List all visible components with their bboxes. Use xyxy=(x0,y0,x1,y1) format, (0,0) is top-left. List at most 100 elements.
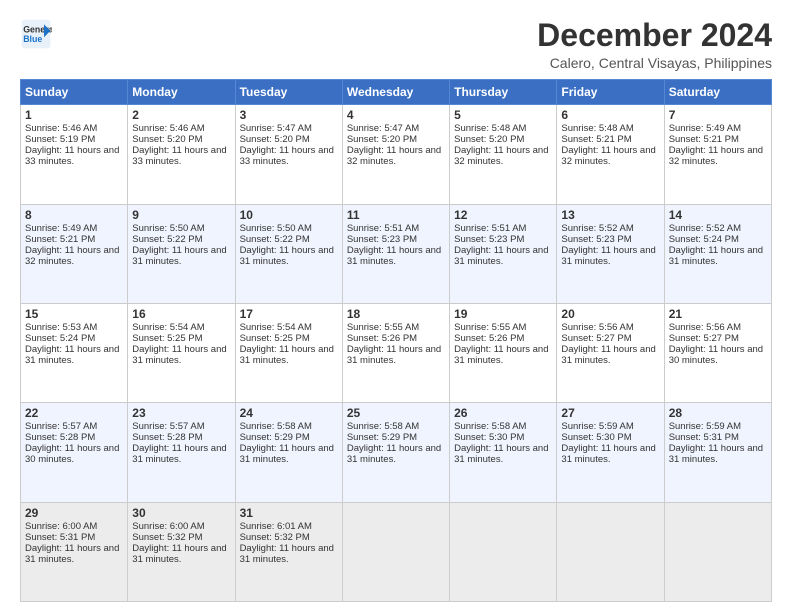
daylight-label: Daylight: 11 hours and 33 minutes. xyxy=(132,145,226,167)
daylight-label: Daylight: 11 hours and 31 minutes. xyxy=(240,543,334,565)
day-number: 3 xyxy=(240,108,338,122)
daylight-label: Daylight: 11 hours and 31 minutes. xyxy=(347,443,441,465)
day-number: 13 xyxy=(561,208,659,222)
day-number: 11 xyxy=(347,208,445,222)
cal-cell: 30Sunrise: 6:00 AMSunset: 5:32 PMDayligh… xyxy=(128,502,235,601)
sunrise: Sunrise: 5:53 AM xyxy=(25,322,97,333)
col-header-tuesday: Tuesday xyxy=(235,80,342,105)
svg-text:Blue: Blue xyxy=(23,34,42,44)
sunset: Sunset: 5:22 PM xyxy=(132,234,202,245)
cal-cell: 22Sunrise: 5:57 AMSunset: 5:28 PMDayligh… xyxy=(21,403,128,502)
daylight-label: Daylight: 11 hours and 31 minutes. xyxy=(347,344,441,366)
sunset: Sunset: 5:20 PM xyxy=(347,134,417,145)
daylight-label: Daylight: 11 hours and 31 minutes. xyxy=(240,245,334,267)
daylight-label: Daylight: 11 hours and 30 minutes. xyxy=(25,443,119,465)
day-number: 2 xyxy=(132,108,230,122)
sunrise: Sunrise: 5:59 AM xyxy=(669,421,741,432)
sunset: Sunset: 5:26 PM xyxy=(347,333,417,344)
day-number: 14 xyxy=(669,208,767,222)
sunset: Sunset: 5:30 PM xyxy=(561,432,631,443)
cal-cell: 26Sunrise: 5:58 AMSunset: 5:30 PMDayligh… xyxy=(450,403,557,502)
sunset: Sunset: 5:25 PM xyxy=(132,333,202,344)
cal-cell: 21Sunrise: 5:56 AMSunset: 5:27 PMDayligh… xyxy=(664,303,771,402)
sunset: Sunset: 5:32 PM xyxy=(132,532,202,543)
sunrise: Sunrise: 5:55 AM xyxy=(454,322,526,333)
sunset: Sunset: 5:26 PM xyxy=(454,333,524,344)
main-title: December 2024 xyxy=(537,18,772,53)
day-number: 23 xyxy=(132,406,230,420)
day-number: 21 xyxy=(669,307,767,321)
daylight-label: Daylight: 11 hours and 31 minutes. xyxy=(561,344,655,366)
sunset: Sunset: 5:21 PM xyxy=(561,134,631,145)
sunrise: Sunrise: 5:54 AM xyxy=(132,322,204,333)
cal-cell: 12Sunrise: 5:51 AMSunset: 5:23 PMDayligh… xyxy=(450,204,557,303)
cal-cell: 16Sunrise: 5:54 AMSunset: 5:25 PMDayligh… xyxy=(128,303,235,402)
cal-cell: 8Sunrise: 5:49 AMSunset: 5:21 PMDaylight… xyxy=(21,204,128,303)
cal-cell: 19Sunrise: 5:55 AMSunset: 5:26 PMDayligh… xyxy=(450,303,557,402)
col-header-thursday: Thursday xyxy=(450,80,557,105)
sunrise: Sunrise: 6:00 AM xyxy=(132,521,204,532)
subtitle: Calero, Central Visayas, Philippines xyxy=(537,55,772,71)
cal-cell: 6Sunrise: 5:48 AMSunset: 5:21 PMDaylight… xyxy=(557,105,664,204)
daylight-label: Daylight: 11 hours and 31 minutes. xyxy=(669,245,763,267)
day-number: 29 xyxy=(25,506,123,520)
col-header-friday: Friday xyxy=(557,80,664,105)
sunset: Sunset: 5:24 PM xyxy=(669,234,739,245)
cal-cell: 31Sunrise: 6:01 AMSunset: 5:32 PMDayligh… xyxy=(235,502,342,601)
cal-cell: 17Sunrise: 5:54 AMSunset: 5:25 PMDayligh… xyxy=(235,303,342,402)
sunset: Sunset: 5:32 PM xyxy=(240,532,310,543)
sunset: Sunset: 5:20 PM xyxy=(454,134,524,145)
day-number: 1 xyxy=(25,108,123,122)
sunset: Sunset: 5:29 PM xyxy=(240,432,310,443)
sunrise: Sunrise: 5:50 AM xyxy=(240,223,312,234)
sunrise: Sunrise: 5:46 AM xyxy=(25,123,97,134)
day-number: 8 xyxy=(25,208,123,222)
logo: General Blue xyxy=(20,18,52,50)
sunset: Sunset: 5:21 PM xyxy=(669,134,739,145)
sunset: Sunset: 5:22 PM xyxy=(240,234,310,245)
cal-cell: 3Sunrise: 5:47 AMSunset: 5:20 PMDaylight… xyxy=(235,105,342,204)
daylight-label: Daylight: 11 hours and 31 minutes. xyxy=(454,443,548,465)
cal-cell: 27Sunrise: 5:59 AMSunset: 5:30 PMDayligh… xyxy=(557,403,664,502)
daylight-label: Daylight: 11 hours and 31 minutes. xyxy=(132,443,226,465)
day-number: 26 xyxy=(454,406,552,420)
cal-cell: 10Sunrise: 5:50 AMSunset: 5:22 PMDayligh… xyxy=(235,204,342,303)
day-number: 25 xyxy=(347,406,445,420)
sunrise: Sunrise: 5:48 AM xyxy=(561,123,633,134)
day-number: 27 xyxy=(561,406,659,420)
sunset: Sunset: 5:20 PM xyxy=(240,134,310,145)
sunset: Sunset: 5:19 PM xyxy=(25,134,95,145)
col-header-sunday: Sunday xyxy=(21,80,128,105)
sunrise: Sunrise: 5:47 AM xyxy=(240,123,312,134)
cal-cell: 13Sunrise: 5:52 AMSunset: 5:23 PMDayligh… xyxy=(557,204,664,303)
cal-cell xyxy=(664,502,771,601)
day-number: 12 xyxy=(454,208,552,222)
cal-cell: 1Sunrise: 5:46 AMSunset: 5:19 PMDaylight… xyxy=(21,105,128,204)
sunrise: Sunrise: 5:56 AM xyxy=(669,322,741,333)
day-number: 6 xyxy=(561,108,659,122)
daylight-label: Daylight: 11 hours and 31 minutes. xyxy=(240,344,334,366)
daylight-label: Daylight: 11 hours and 31 minutes. xyxy=(454,245,548,267)
title-block: December 2024 Calero, Central Visayas, P… xyxy=(537,18,772,71)
sunrise: Sunrise: 5:46 AM xyxy=(132,123,204,134)
cal-cell xyxy=(450,502,557,601)
sunrise: Sunrise: 5:58 AM xyxy=(347,421,419,432)
day-number: 28 xyxy=(669,406,767,420)
day-number: 24 xyxy=(240,406,338,420)
sunset: Sunset: 5:28 PM xyxy=(132,432,202,443)
day-number: 4 xyxy=(347,108,445,122)
sunset: Sunset: 5:23 PM xyxy=(561,234,631,245)
logo-icon: General Blue xyxy=(20,18,52,50)
sunrise: Sunrise: 5:49 AM xyxy=(25,223,97,234)
sunset: Sunset: 5:25 PM xyxy=(240,333,310,344)
daylight-label: Daylight: 11 hours and 31 minutes. xyxy=(132,344,226,366)
cal-cell: 23Sunrise: 5:57 AMSunset: 5:28 PMDayligh… xyxy=(128,403,235,502)
daylight-label: Daylight: 11 hours and 33 minutes. xyxy=(240,145,334,167)
cal-cell: 18Sunrise: 5:55 AMSunset: 5:26 PMDayligh… xyxy=(342,303,449,402)
col-header-wednesday: Wednesday xyxy=(342,80,449,105)
sunset: Sunset: 5:28 PM xyxy=(25,432,95,443)
sunrise: Sunrise: 5:51 AM xyxy=(454,223,526,234)
day-number: 19 xyxy=(454,307,552,321)
daylight-label: Daylight: 11 hours and 31 minutes. xyxy=(561,443,655,465)
day-number: 16 xyxy=(132,307,230,321)
